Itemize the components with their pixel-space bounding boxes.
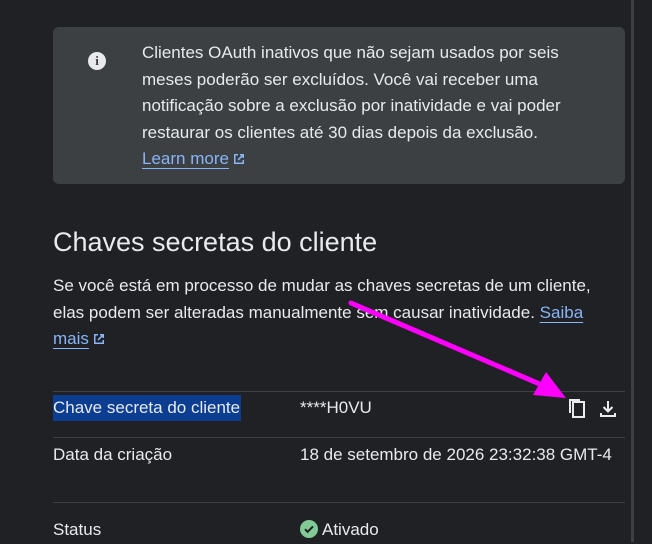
table-divider — [53, 502, 625, 503]
section-description: Se você está em processo de mudar as cha… — [53, 273, 613, 355]
status-label: Status — [53, 520, 102, 539]
download-icon[interactable] — [597, 398, 619, 420]
creation-date-label: Data da criação — [53, 445, 173, 464]
notice-text: Clientes OAuth inativos que não sejam us… — [142, 40, 612, 175]
client-secret-label: Chave secreta do cliente — [53, 395, 242, 421]
table-divider — [53, 437, 625, 438]
check-circle-icon — [300, 520, 318, 538]
status-text: Ativado — [322, 520, 379, 539]
external-link-icon — [232, 148, 246, 175]
scrollbar-track[interactable] — [631, 0, 652, 542]
section-title: Chaves secretas do cliente — [53, 227, 378, 257]
scrollbar-edge — [631, 0, 634, 542]
section-description-text: Se você está em processo de mudar as cha… — [53, 276, 591, 322]
creation-date-value: 18 de setembro de 2026 23:32:38 GMT-4 — [300, 445, 612, 464]
copy-icon[interactable] — [566, 398, 588, 420]
notice-body: Clientes OAuth inativos que não sejam us… — [142, 43, 561, 142]
learn-more-link[interactable]: Learn more — [142, 149, 229, 168]
status-value: Ativado — [300, 515, 630, 544]
info-icon: i — [88, 52, 106, 70]
external-link-icon — [92, 328, 106, 355]
table-divider — [53, 391, 625, 392]
